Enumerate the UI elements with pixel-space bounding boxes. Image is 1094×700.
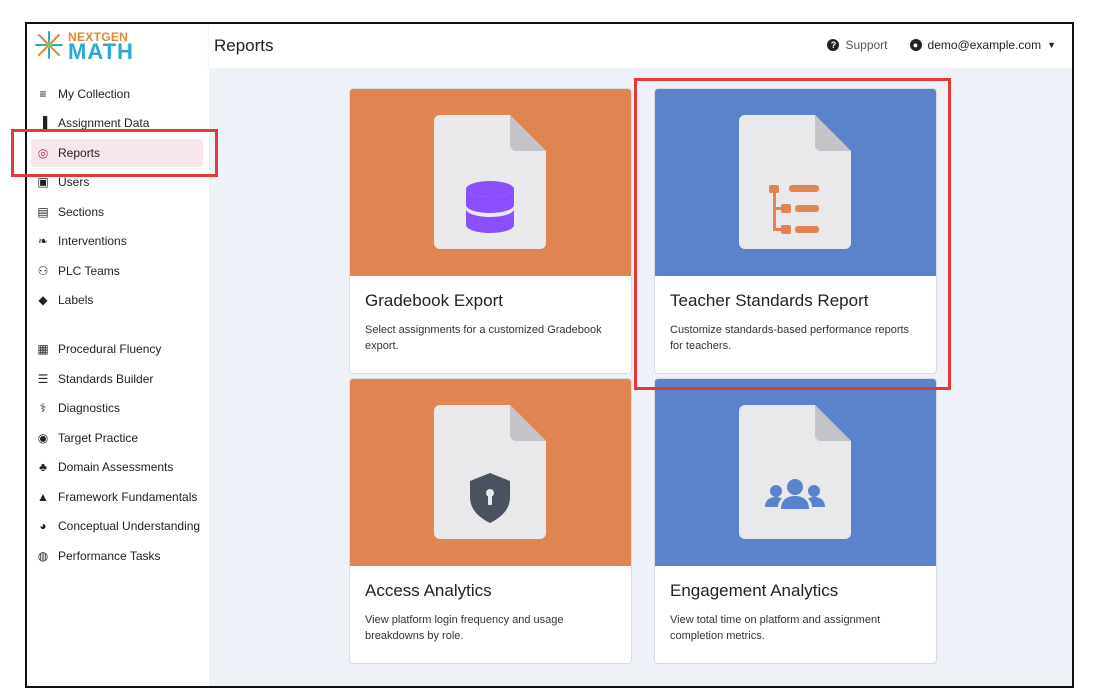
card-title: Engagement Analytics	[670, 581, 839, 600]
document-icon	[434, 115, 546, 249]
globe-icon: ◍	[37, 549, 49, 563]
app-window: NEXTGEN MATH ≡ My Collection ▐ Assignmen…	[25, 22, 1074, 688]
helping-hand-icon: ❧	[37, 234, 49, 248]
stethoscope-icon: ⚕	[39, 401, 47, 415]
card-access-analytics[interactable]: Access Analytics View platform login fre…	[349, 378, 632, 664]
user-menu[interactable]: ● demo@example.com ▼	[909, 38, 1056, 52]
target-icon: ◉	[37, 431, 49, 445]
sidebar-item-label: Diagnostics	[58, 401, 121, 415]
sidebar-item-label: My Collection	[58, 87, 131, 101]
sidebar-item-label: Reports	[58, 146, 101, 160]
users-icon: ⚇	[37, 264, 49, 278]
sidebar-item-label: Users	[58, 175, 90, 189]
sidebar: NEXTGEN MATH ≡ My Collection ▐ Assignmen…	[27, 24, 209, 686]
list-tree-icon: ☰	[37, 372, 49, 386]
user-email: demo@example.com	[927, 38, 1042, 52]
sidebar-item-label: Framework Fundamentals	[58, 490, 198, 504]
magnify-chart-icon: ◎	[37, 146, 49, 160]
sidebar-item-performance-tasks[interactable]: ◍ Performance Tasks	[31, 542, 203, 570]
sidebar-item-conceptual-understanding[interactable]: ◕ Conceptual Understanding	[31, 512, 203, 540]
library-icon: ≡	[39, 87, 47, 101]
card-title: Teacher Standards Report	[670, 291, 869, 310]
grid-icon: ▦	[37, 342, 49, 356]
card-hero	[655, 379, 936, 566]
sidebar-item-my-collection[interactable]: ≡ My Collection	[31, 80, 203, 108]
tag-icon: ◆	[38, 293, 48, 307]
main-content: Gradebook Export Select assignments for …	[209, 68, 1072, 686]
sidebar-item-label: Target Practice	[58, 431, 139, 445]
sidebar-item-diagnostics[interactable]: ⚕ Diagnostics	[31, 394, 203, 422]
document-icon	[739, 405, 851, 539]
chalkboard-icon: ▤	[37, 205, 49, 219]
sidebar-item-labels[interactable]: ◆ Labels	[31, 286, 203, 314]
card-gradebook-export[interactable]: Gradebook Export Select assignments for …	[349, 88, 632, 374]
logo[interactable]: NEXTGEN MATH	[33, 28, 193, 66]
sidebar-item-standards-builder[interactable]: ☰ Standards Builder	[31, 365, 203, 393]
card-description: View total time on platform and assignme…	[670, 614, 881, 642]
sidebar-item-label: Standards Builder	[58, 372, 154, 386]
card-hero	[350, 89, 631, 276]
card-title: Access Analytics	[365, 581, 492, 600]
sidebar-item-assignment-data[interactable]: ▐ Assignment Data	[31, 109, 203, 137]
card-title: Gradebook Export	[365, 291, 503, 310]
card-teacher-standards-report[interactable]: Teacher Standards Report Customize stand…	[654, 88, 937, 374]
cubes-icon: ♣	[39, 460, 47, 474]
support-label: Support	[845, 38, 888, 52]
card-hero	[350, 379, 631, 566]
sidebar-item-sections[interactable]: ▤ Sections	[31, 198, 203, 226]
card-description: View platform login frequency and usage …	[365, 614, 564, 642]
sidebar-item-label: Performance Tasks	[58, 549, 161, 563]
sidebar-item-target-practice[interactable]: ◉ Target Practice	[31, 424, 203, 452]
logo-mark-icon	[35, 31, 63, 59]
sidebar-item-framework-fundamentals[interactable]: ▲ Framework Fundamentals	[31, 483, 203, 511]
sidebar-item-interventions[interactable]: ❧ Interventions	[31, 227, 203, 255]
shapes-icon: ▲	[37, 490, 49, 504]
brain-icon: ◕	[39, 519, 47, 533]
sidebar-item-domain-assessments[interactable]: ♣ Domain Assessments	[31, 453, 203, 481]
sidebar-item-users[interactable]: ▣ Users	[31, 168, 203, 196]
support-link[interactable]: ? Support	[827, 38, 888, 52]
sidebar-item-label: Assignment Data	[58, 116, 150, 130]
document-icon	[739, 115, 851, 249]
sidebar-item-label: PLC Teams	[58, 264, 120, 278]
card-engagement-analytics[interactable]: Engagement Analytics View total time on …	[654, 378, 937, 664]
document-icon	[434, 405, 546, 539]
logo-text-bottom: MATH	[68, 39, 134, 64]
sidebar-item-plc-teams[interactable]: ⚇ PLC Teams	[31, 257, 203, 285]
id-card-icon: ▣	[37, 175, 49, 189]
card-hero	[655, 89, 936, 276]
sidebar-item-label: Sections	[58, 205, 105, 219]
bar-chart-icon: ▐	[38, 116, 48, 130]
sidebar-item-label: Conceptual Understanding	[58, 519, 201, 533]
sidebar-item-label: Domain Assessments	[58, 460, 174, 474]
sidebar-item-reports[interactable]: ◎ Reports	[31, 139, 203, 167]
question-circle-icon: ?	[827, 39, 840, 51]
top-bar: Reports ? Support ● demo@example.com ▼	[209, 24, 1072, 68]
chevron-down-icon: ▼	[1047, 40, 1056, 50]
sidebar-item-procedural-fluency[interactable]: ▦ Procedural Fluency	[31, 335, 203, 363]
sidebar-item-label: Procedural Fluency	[58, 342, 162, 356]
card-description: Select assignments for a customized Grad…	[365, 324, 602, 352]
database-icon	[466, 181, 514, 233]
user-circle-icon: ●	[909, 39, 922, 51]
sidebar-item-label: Labels	[58, 293, 94, 307]
page-title: Reports	[214, 36, 274, 55]
card-description: Customize standards-based performance re…	[670, 324, 910, 352]
sidebar-item-label: Interventions	[58, 234, 127, 248]
top-right-controls: ? Support ● demo@example.com ▼	[827, 38, 1056, 52]
